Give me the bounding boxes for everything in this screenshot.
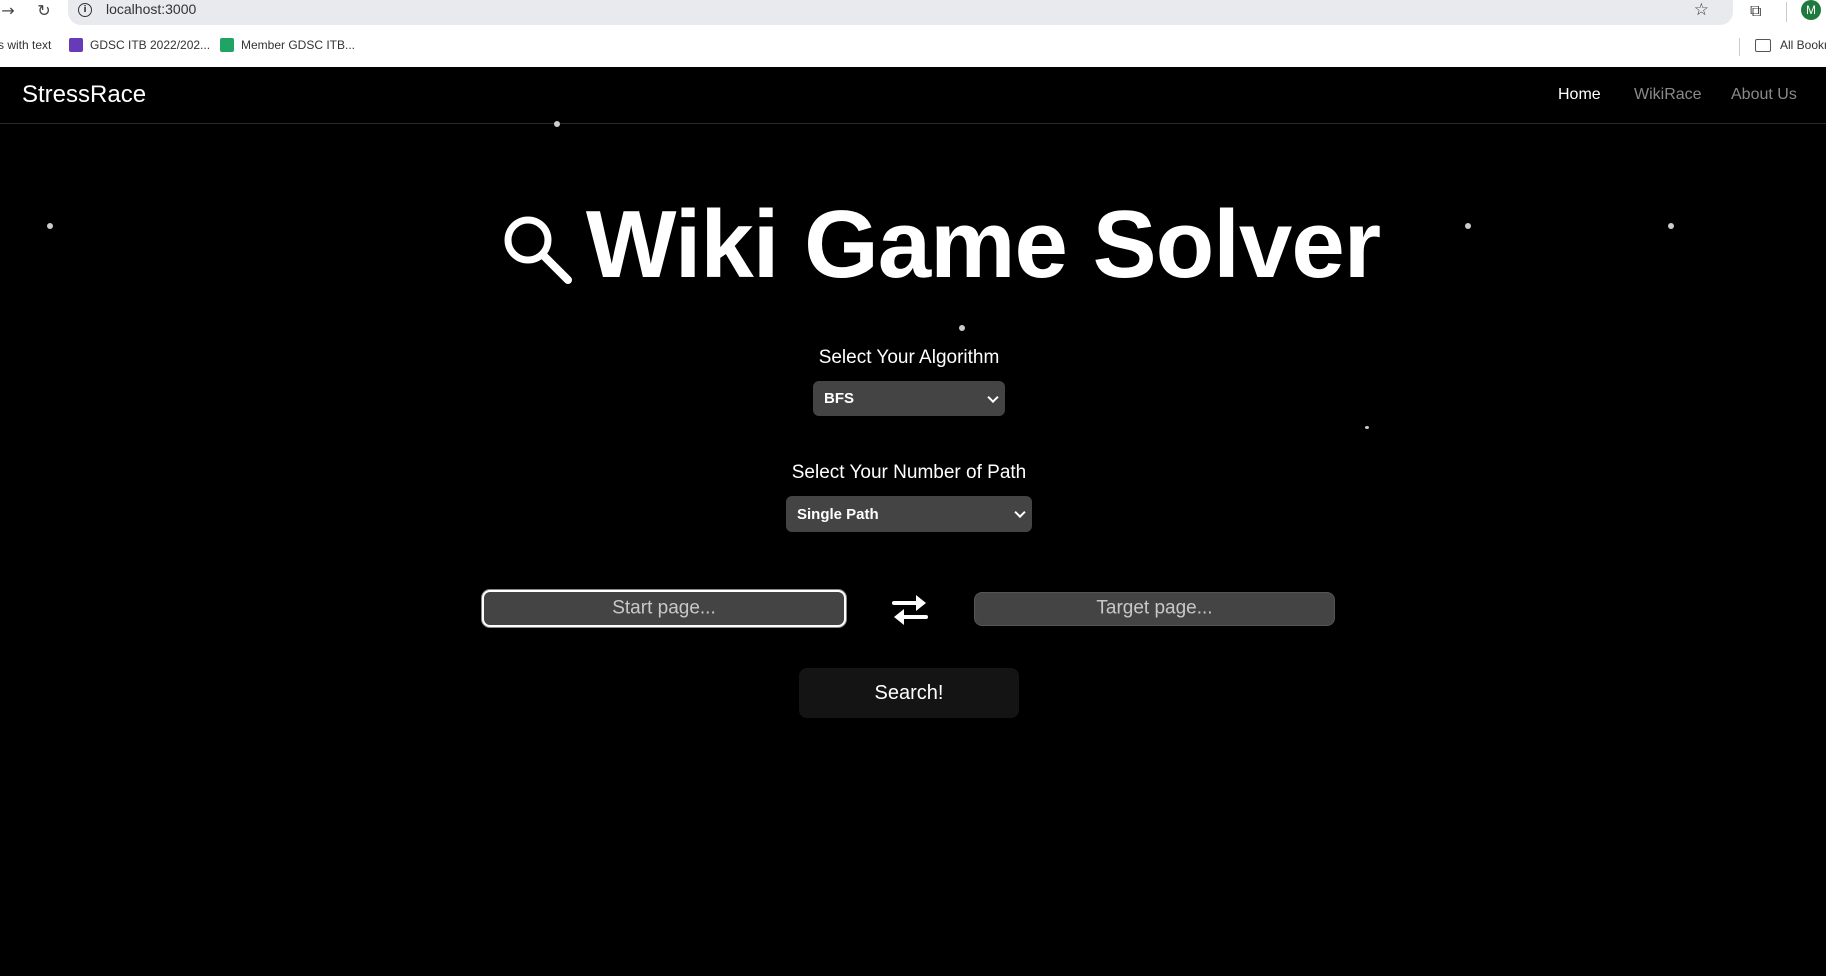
algorithm-select[interactable]: BFS: [813, 381, 1005, 416]
swap-arrows-icon[interactable]: [888, 592, 932, 628]
algorithm-select-value: BFS: [824, 390, 854, 407]
reload-icon[interactable]: ↻: [34, 0, 54, 20]
all-bookmarks-label: All Bookm: [1780, 38, 1826, 52]
nav-link-home[interactable]: Home: [1558, 86, 1601, 104]
path-count-label: Select Your Number of Path: [791, 462, 1027, 483]
url-text: localhost:3000: [106, 1, 197, 17]
browser-toolbar: → ↻ i localhost:3000 ☆ ⧉ M: [0, 0, 1826, 27]
app-navbar: StressRace Home WikiRace About Us: [0, 67, 1826, 124]
bookmark-label: GDSC ITB 2022/202...: [90, 38, 211, 52]
start-page-input[interactable]: Start page...: [482, 590, 846, 627]
particle-dot: [1365, 426, 1369, 429]
bookmark-item[interactable]: s with text: [0, 38, 51, 52]
bookmark-star-icon[interactable]: ☆: [1694, 0, 1709, 20]
target-page-placeholder: Target page...: [1096, 597, 1213, 619]
profile-avatar[interactable]: M: [1801, 0, 1821, 20]
target-page-input[interactable]: Target page...: [974, 592, 1335, 626]
sheets-icon: [220, 38, 234, 52]
forms-icon: [69, 38, 83, 52]
start-page-placeholder: Start page...: [612, 597, 716, 619]
all-bookmarks[interactable]: All Bookm: [1755, 38, 1826, 52]
bookmarks-divider: [1739, 38, 1740, 56]
forward-icon[interactable]: →: [0, 0, 16, 20]
folder-icon: [1755, 38, 1771, 52]
path-count-select-value: Single Path: [797, 505, 879, 523]
bookmark-item[interactable]: Member GDSC ITB...: [220, 38, 355, 52]
chevron-down-icon: [1014, 506, 1026, 519]
path-count-select[interactable]: Single Path: [786, 496, 1032, 532]
nav-link-about-us[interactable]: About Us: [1731, 86, 1797, 104]
nav-link-wikirace[interactable]: WikiRace: [1634, 86, 1702, 104]
particle-dot: [554, 121, 560, 127]
bookmarks-bar: s with text GDSC ITB 2022/202... Member …: [0, 27, 1826, 68]
extensions-icon[interactable]: ⧉: [1750, 1, 1766, 20]
brand-logo[interactable]: StressRace: [22, 81, 146, 109]
bookmark-label: s with text: [0, 38, 52, 52]
site-info-icon[interactable]: i: [78, 3, 92, 17]
algorithm-label: Select Your Algorithm: [818, 347, 1000, 368]
hero: Wiki Game Solver: [0, 190, 1826, 300]
toolbar-divider: [1786, 2, 1787, 22]
chevron-down-icon: [987, 391, 999, 403]
particle-dot: [959, 325, 965, 331]
bookmark-item[interactable]: GDSC ITB 2022/202...: [69, 38, 210, 52]
page-title: Wiki Game Solver: [585, 191, 1381, 298]
address-bar[interactable]: i localhost:3000 ☆: [68, 0, 1733, 25]
bookmark-label: Member GDSC ITB...: [241, 38, 356, 52]
search-button[interactable]: Search!: [799, 668, 1019, 718]
search-icon: [504, 216, 572, 284]
